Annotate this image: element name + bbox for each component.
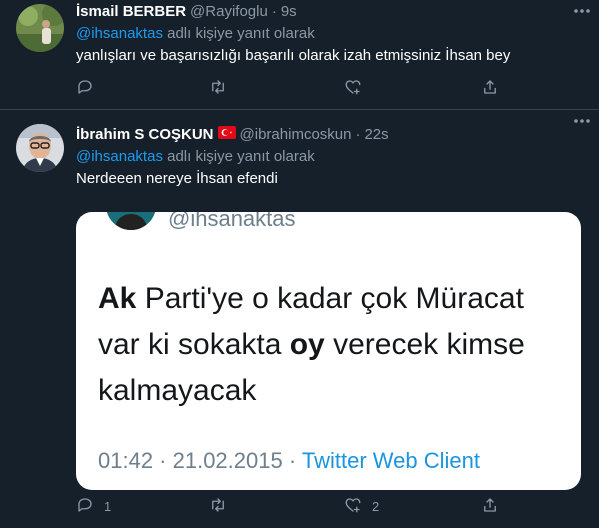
retweet-icon: [209, 78, 227, 99]
reply-count: 1: [104, 499, 112, 514]
reply-icon: [76, 78, 94, 99]
like-button[interactable]: [344, 78, 372, 99]
retweet-button[interactable]: [209, 78, 237, 99]
like-count: 2: [372, 499, 380, 514]
embedded-meta: 01:42 · 21.02.2015 · Twitter Web Client: [98, 448, 480, 474]
share-icon: [481, 78, 499, 99]
tweet-actions: [76, 78, 516, 98]
reply-context: @ihsanaktas adlı kişiye yanıt olarak: [76, 147, 587, 167]
tweet[interactable]: İbrahim S COŞKUN @ibrahimcoskun · 22s @i…: [0, 110, 599, 528]
reply-button[interactable]: [76, 78, 104, 99]
timestamp[interactable]: 22s: [364, 126, 388, 143]
tweet-text: Nerdeeen nereye İhsan efendi: [76, 170, 278, 187]
tweet-text: yanlışları ve başarısızlığı başarılı ola…: [76, 47, 511, 64]
tweet[interactable]: İsmail BERBER @Rayifoglu · 9s @ihsanakta…: [0, 0, 599, 110]
embedded-avatar: [106, 212, 156, 230]
reply-mention-link[interactable]: @ihsanaktas: [76, 148, 163, 165]
user-handle[interactable]: @Rayifoglu: [190, 3, 268, 20]
more-options-icon[interactable]: [571, 114, 593, 128]
reply-icon: [76, 496, 94, 517]
retweet-button[interactable]: [209, 496, 237, 517]
avatar[interactable]: [16, 124, 64, 172]
share-button[interactable]: [481, 78, 499, 99]
embedded-timestamp: 01:42 · 21.02.2015 ·: [98, 448, 302, 473]
share-button[interactable]: [481, 496, 499, 517]
embedded-handle: @ihsanaktas: [168, 212, 296, 231]
like-button[interactable]: 2: [344, 496, 379, 517]
user-handle[interactable]: @ibrahimcoskun: [240, 126, 352, 143]
display-name[interactable]: İsmail BERBER: [76, 3, 186, 20]
timestamp[interactable]: 9s: [281, 3, 297, 20]
tweet-image[interactable]: @ihsanaktas Ak Parti'ye o kadar çok Müra…: [76, 212, 581, 490]
retweet-icon: [209, 496, 227, 517]
separator-dot: ·: [271, 2, 277, 20]
heart-icon: [344, 496, 362, 517]
reply-mention-link[interactable]: @ihsanaktas: [76, 25, 163, 42]
share-icon: [481, 496, 499, 517]
reply-context-label: adlı kişiye yanıt olarak: [167, 148, 315, 165]
embedded-text-bold-1: Ak: [98, 282, 137, 315]
embedded-tweet-text: Ak Parti'ye o kadar çok Müracat var ki s…: [98, 276, 568, 414]
separator-dot: ·: [355, 125, 361, 143]
more-options-icon[interactable]: [571, 4, 593, 18]
reply-context: @ihsanaktas adlı kişiye yanıt olarak: [76, 24, 587, 44]
reply-button[interactable]: 1: [76, 496, 111, 517]
display-name[interactable]: İbrahim S COŞKUN: [76, 126, 214, 143]
heart-icon: [344, 78, 362, 99]
avatar[interactable]: [16, 4, 64, 52]
embedded-text-bold-2: oy: [289, 328, 325, 361]
reply-context-label: adlı kişiye yanıt olarak: [167, 25, 315, 42]
turkey-flag-icon: [217, 125, 236, 143]
embedded-client: Twitter Web Client: [301, 448, 480, 473]
tweet-actions: 1 2: [76, 496, 516, 516]
